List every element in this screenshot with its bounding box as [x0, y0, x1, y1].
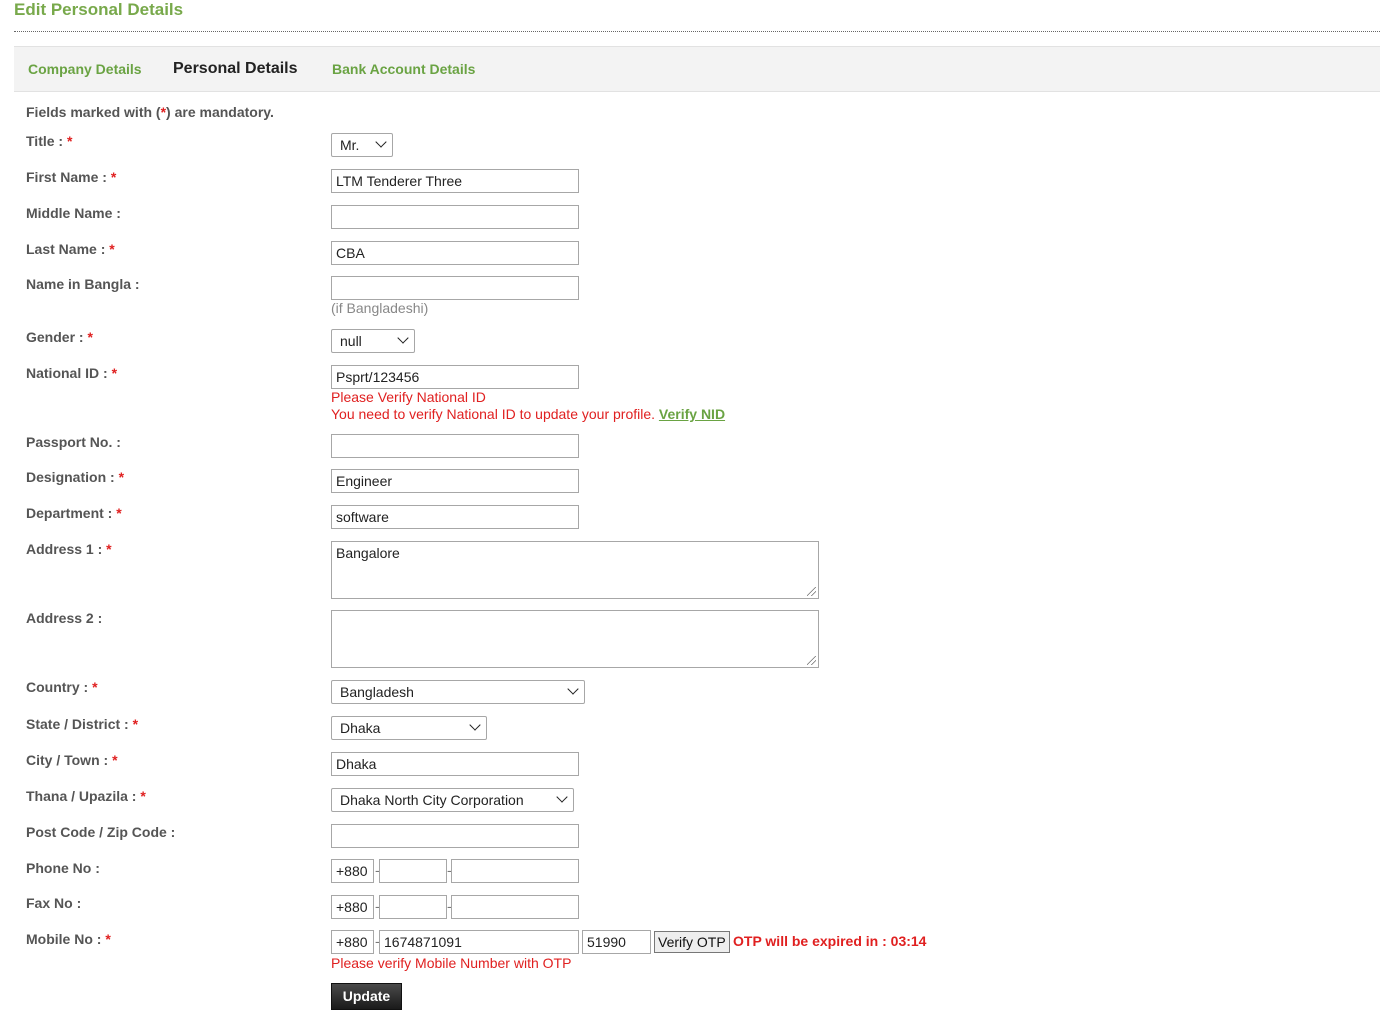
phone-country-code-input[interactable]: +880	[331, 859, 374, 883]
title-label: Title : *	[26, 133, 73, 149]
resize-grip-icon[interactable]	[807, 656, 816, 665]
gender-select[interactable]: null	[331, 329, 415, 353]
city-label: City / Town : *	[26, 752, 118, 768]
fax-area-code-input[interactable]	[379, 895, 447, 919]
chevron-down-icon	[397, 332, 409, 344]
mobile-country-code-input[interactable]: +880	[331, 930, 374, 954]
name-bangla-hint: (if Bangladeshi)	[331, 300, 429, 316]
state-label: State / District : *	[26, 716, 139, 732]
city-input[interactable]: Dhaka	[331, 752, 579, 776]
tab-company-details[interactable]: Company Details	[28, 61, 142, 77]
national-id-label: National ID : *	[26, 365, 118, 381]
postcode-label: Post Code / Zip Code :	[26, 824, 176, 840]
designation-label: Designation : *	[26, 469, 125, 485]
gender-label: Gender : *	[26, 329, 93, 345]
phone-number-input[interactable]	[451, 859, 579, 883]
verify-otp-button[interactable]: Verify OTP	[654, 931, 730, 953]
page-title: Edit Personal Details	[14, 0, 184, 19]
chevron-down-icon	[567, 683, 579, 695]
thana-select[interactable]: Dhaka North City Corporation	[331, 788, 574, 812]
title-select[interactable]: Mr.	[331, 133, 393, 157]
fax-number-input[interactable]	[451, 895, 579, 919]
address1-label: Address 1 : *	[26, 541, 112, 557]
mobile-number-input[interactable]: 1674871091	[379, 930, 579, 954]
chevron-down-icon	[375, 136, 387, 148]
passport-input[interactable]	[331, 434, 579, 458]
middle-name-label: Middle Name :	[26, 205, 121, 221]
name-bangla-input[interactable]	[331, 276, 579, 300]
last-name-input[interactable]: CBA	[331, 241, 579, 265]
last-name-label: Last Name : *	[26, 241, 115, 257]
mobile-label: Mobile No : *	[26, 931, 111, 947]
country-select[interactable]: Bangladesh	[331, 680, 585, 704]
thana-label: Thana / Upazila : *	[26, 788, 146, 804]
postcode-input[interactable]	[331, 824, 579, 848]
nid-update-error: You need to verify National ID to update…	[331, 406, 726, 422]
address2-textarea[interactable]	[331, 610, 819, 668]
otp-expiry-timer: OTP will be expired in : 03:14	[733, 933, 927, 949]
verify-nid-link[interactable]: Verify NID	[659, 406, 725, 422]
phone-area-code-input[interactable]	[379, 859, 447, 883]
chevron-down-icon	[556, 791, 568, 803]
tab-bar: Company Details Personal Details Bank Ac…	[14, 46, 1380, 92]
tab-personal-details[interactable]: Personal Details	[173, 60, 298, 78]
nid-verify-error: Please Verify National ID	[331, 389, 486, 405]
country-label: Country : *	[26, 679, 98, 695]
fax-country-code-input[interactable]: +880	[331, 895, 374, 919]
address2-label: Address 2 :	[26, 610, 103, 626]
name-bangla-label: Name in Bangla :	[26, 276, 140, 292]
first-name-label: First Name : *	[26, 169, 117, 185]
chevron-down-icon	[469, 719, 481, 731]
update-button[interactable]: Update	[331, 983, 402, 1010]
resize-grip-icon[interactable]	[807, 587, 816, 596]
department-label: Department : *	[26, 505, 122, 521]
fax-label: Fax No :	[26, 895, 82, 911]
phone-label: Phone No :	[26, 860, 100, 876]
middle-name-input[interactable]	[331, 205, 579, 229]
department-input[interactable]: software	[331, 505, 579, 529]
national-id-input[interactable]: Psprt/123456	[331, 365, 579, 389]
mobile-verify-error: Please verify Mobile Number with OTP	[331, 955, 572, 971]
state-select[interactable]: Dhaka	[331, 716, 487, 740]
otp-input[interactable]: 51990	[582, 930, 651, 954]
designation-input[interactable]: Engineer	[331, 469, 579, 493]
tab-bank-account-details[interactable]: Bank Account Details	[332, 61, 475, 77]
mandatory-note: Fields marked with (*) are mandatory.	[26, 104, 274, 120]
passport-label: Passport No. :	[26, 434, 121, 450]
title-divider	[14, 31, 1380, 32]
first-name-input[interactable]: LTM Tenderer Three	[331, 169, 579, 193]
address1-textarea[interactable]: Bangalore	[331, 541, 819, 599]
